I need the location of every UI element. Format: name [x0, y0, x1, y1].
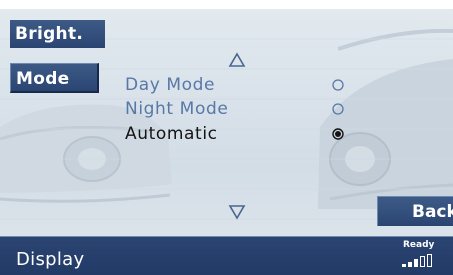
status-title: Display [16, 249, 85, 270]
mode-button[interactable]: Mode [10, 63, 99, 93]
status-ready-text: Ready [403, 240, 435, 250]
menu-item-label: Day Mode [125, 75, 216, 95]
status-bar: Display Ready [0, 236, 453, 275]
scroll-down-icon[interactable] [228, 204, 246, 220]
display-screen: Bright. Mode Day Mode Night Mode Automat… [0, 0, 453, 275]
top-band [0, 0, 453, 9]
signal-strength-icon [402, 254, 432, 267]
menu-item-label: Night Mode [125, 99, 229, 119]
radio-unselected-icon[interactable] [332, 79, 344, 91]
menu-item-label: Automatic [125, 124, 218, 144]
back-button[interactable]: Back [377, 196, 453, 226]
down-triangle-icon [228, 205, 246, 220]
bright-button[interactable]: Bright. [10, 20, 105, 48]
menu-item-day-mode[interactable]: Day Mode [125, 73, 345, 97]
menu-item-night-mode[interactable]: Night Mode [125, 97, 345, 121]
radio-selected-icon[interactable] [332, 128, 344, 140]
radio-unselected-icon[interactable] [332, 103, 344, 115]
up-triangle-icon [228, 52, 246, 67]
scroll-up-icon[interactable] [228, 52, 246, 68]
menu-item-automatic[interactable]: Automatic [125, 122, 345, 146]
